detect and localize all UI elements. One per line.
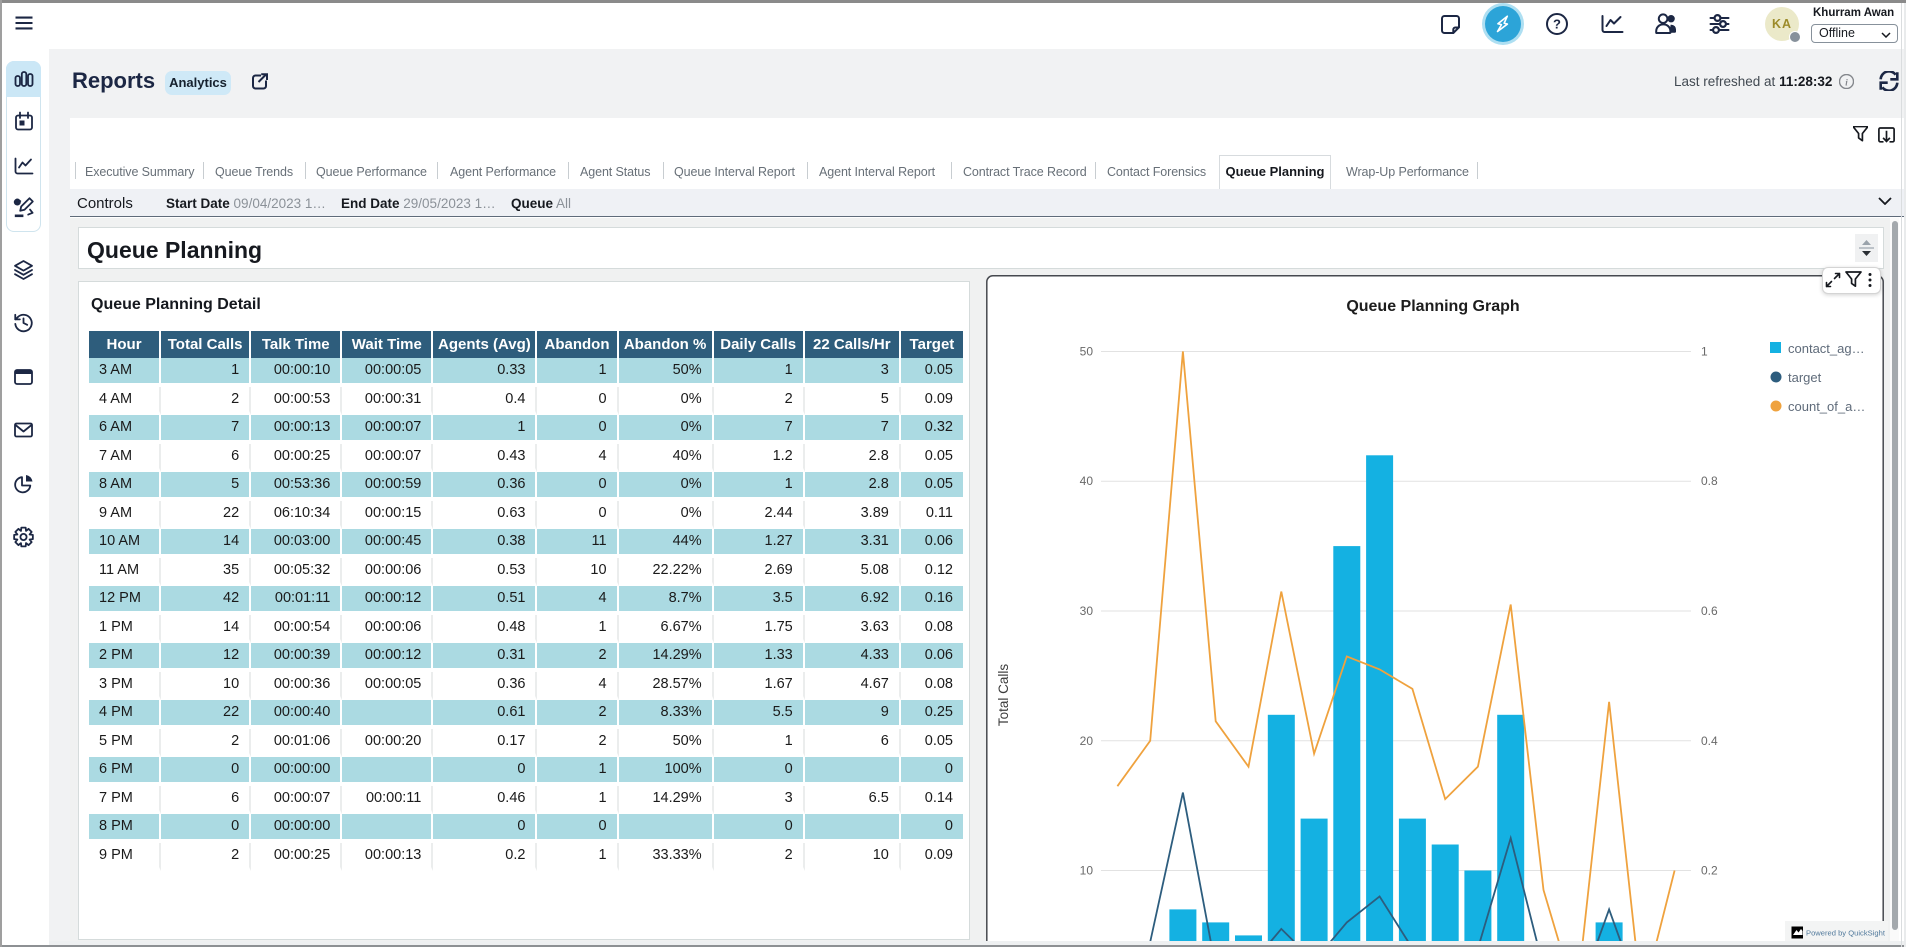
svg-text:Powered by QuickSight: Powered by QuickSight (1806, 929, 1886, 938)
svg-text:0.2: 0.2 (1701, 864, 1718, 878)
svg-text:50: 50 (1080, 345, 1094, 359)
svg-text:40: 40 (1080, 474, 1094, 488)
svg-text:0.8: 0.8 (1701, 474, 1718, 488)
svg-text:0.4: 0.4 (1701, 734, 1718, 748)
svg-text:1: 1 (1701, 345, 1708, 359)
svg-text:10: 10 (1080, 864, 1094, 878)
svg-text:contact_ag…: contact_ag… (1788, 341, 1865, 356)
svg-text:count_of_a…: count_of_a… (1788, 399, 1865, 414)
svg-text:Queue Planning Graph: Queue Planning Graph (1346, 298, 1519, 315)
svg-text:?: ? (1553, 17, 1561, 32)
svg-text:Total Calls: Total Calls (996, 664, 1011, 727)
svg-text:target: target (1788, 370, 1822, 385)
svg-text:20: 20 (1080, 734, 1094, 748)
svg-text:i: i (1845, 77, 1848, 87)
svg-text:0.6: 0.6 (1701, 604, 1718, 618)
svg-text:30: 30 (1080, 604, 1094, 618)
